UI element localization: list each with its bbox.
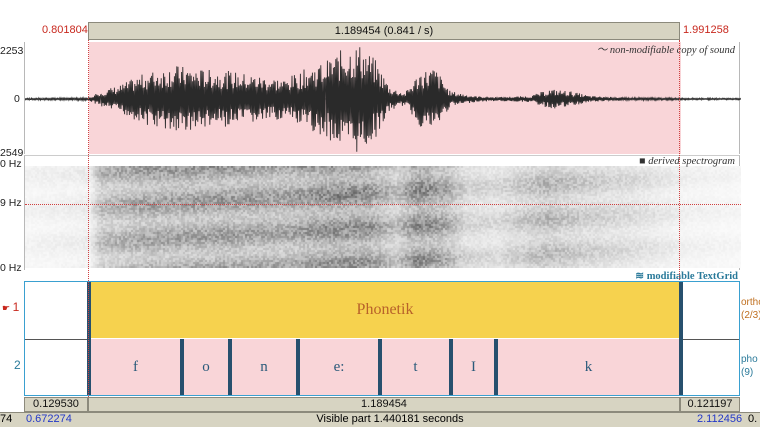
spectrogram-caption: ■ derived spectrogram xyxy=(639,156,735,167)
tier-1-number[interactable]: ☛ 1 xyxy=(2,300,19,314)
tier-2-boundary[interactable] xyxy=(494,339,498,395)
textgrid-panel[interactable]: Phonetik f o n e: t Ik xyxy=(24,281,740,396)
waveform-caption: 〜 non-modifiable copy of sound xyxy=(596,45,735,56)
tier-2-interval[interactable]: f xyxy=(91,339,180,395)
selection-start-line[interactable] xyxy=(88,40,89,397)
tier-2-interval[interactable]: I xyxy=(453,339,494,395)
bottom-right-duration[interactable]: 0.121197 xyxy=(680,397,740,412)
bottom-left-duration[interactable]: 0.129530 xyxy=(24,397,88,412)
spectrogram-image xyxy=(25,166,741,268)
tier-2-boundary[interactable] xyxy=(180,339,184,395)
tier-1-interval-text: Phonetik xyxy=(356,301,414,318)
tier-1-interval-phonetik[interactable]: Phonetik xyxy=(89,282,681,338)
bottom-selection-duration[interactable]: 1.189454 xyxy=(88,397,680,412)
tier-2-interval[interactable]: n xyxy=(232,339,296,395)
spectrogram-panel[interactable]: ■ derived spectrogram xyxy=(24,155,741,270)
tier-2[interactable]: f o n e: t Ik xyxy=(25,339,739,395)
tier-2-interval[interactable]: k xyxy=(498,339,679,395)
selection-end-line[interactable] xyxy=(679,40,680,280)
tier-2-interval[interactable]: o xyxy=(184,339,228,395)
tier-1[interactable]: Phonetik xyxy=(25,282,739,340)
spectrogram-cursor-line xyxy=(25,204,741,205)
top-right-time: 1.991258 xyxy=(683,24,729,36)
tier-2-boundary[interactable] xyxy=(449,339,453,395)
spectrogram-bottom-freq: 0 Hz xyxy=(0,262,22,274)
visible-start-time: 0.672274 xyxy=(26,413,72,425)
tier-2-boundary[interactable] xyxy=(296,339,300,395)
tier-1-name[interactable]: ortho(2/3) xyxy=(741,296,760,322)
tier-2-number[interactable]: 2 xyxy=(14,358,21,372)
sound-icon: 〜 xyxy=(596,45,610,56)
tier-2-interval[interactable]: e: xyxy=(300,339,378,395)
tier-2-boundary[interactable] xyxy=(679,339,683,395)
tier-2-boundary[interactable] xyxy=(378,339,382,395)
spectrogram-cursor-freq: 9 Hz xyxy=(0,197,22,209)
top-left-time: 0.801804 xyxy=(42,24,88,36)
top-selection-bar[interactable]: 1.189454 (0.841 / s) xyxy=(88,22,680,40)
tier-2-interval[interactable]: t xyxy=(382,339,449,395)
visible-end-time: 2.112456 xyxy=(697,413,743,425)
spectrogram-icon: ■ xyxy=(639,156,649,167)
tier-2-name[interactable]: pho (9) xyxy=(741,353,758,379)
spectrogram-top-freq: 0 Hz xyxy=(0,158,22,170)
waveform-ymax: 2253 xyxy=(0,45,24,57)
status-right-edge: 0. xyxy=(748,413,758,425)
visible-part-label[interactable]: Visible part 1.440181 seconds xyxy=(240,413,540,425)
status-left-edge: 74 xyxy=(0,413,13,425)
tier-2-boundary[interactable] xyxy=(228,339,232,395)
waveform-zero: 0 xyxy=(14,93,20,105)
waveform-trace xyxy=(25,47,741,152)
waveform-panel[interactable]: 〜 non-modifiable copy of sound xyxy=(24,42,741,154)
tier-1-boundary-right[interactable] xyxy=(679,282,683,339)
pointing-hand-icon: ☛ xyxy=(2,303,13,313)
